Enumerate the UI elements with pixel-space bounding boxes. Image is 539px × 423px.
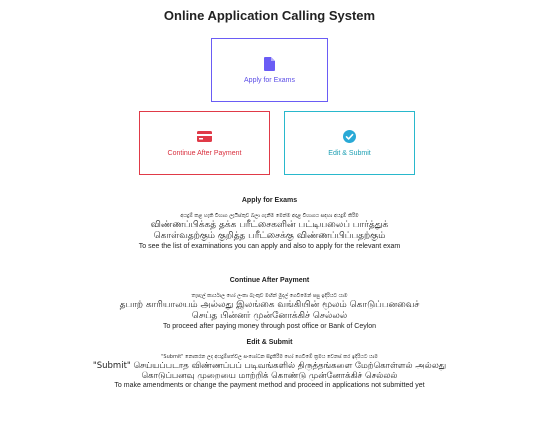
apply-for-exams-label: Apply for Exams	[244, 76, 295, 84]
edit-and-submit-english: To make amendments or change the payment…	[114, 382, 425, 389]
document-icon	[264, 56, 275, 71]
apply-for-exams-heading: Apply for Exams	[241, 197, 298, 204]
continue-after-payment-heading: Continue After Payment	[229, 277, 310, 284]
edit-and-submit-sinhala: "Submit" නොකරන ලද අයදුම්පත්වල සංශෝධන සිද…	[161, 354, 378, 360]
edit-and-submit-label: Edit & Submit	[328, 149, 371, 157]
apply-for-exams-section: Apply for Exams අයදුම් කළ හැකි විභාග ලැය…	[0, 196, 539, 252]
apply-for-exams-sinhala: අයදුම් කළ හැකි විභාග ලැයිස්තුව බලා ගැනීම…	[180, 213, 359, 219]
edit-and-submit-section: Edit & Submit "Submit" නොකරන ලද අයදුම්පත…	[0, 338, 539, 391]
check-circle-icon	[343, 130, 356, 144]
edit-and-submit-tamil: "Submit" செய்யப்படாத விண்ணப்பப் படிவங்கள…	[92, 361, 447, 381]
continue-after-payment-english: To proceed after paying money through po…	[162, 323, 377, 330]
apply-for-exams-english: To see the list of examinations you can …	[138, 243, 401, 250]
apply-for-exams-tamil: விண்ணப்பிக்கத் தக்க பரீட்சைகளின் பட்டியல…	[150, 220, 389, 241]
continue-after-payment-label: Continue After Payment	[167, 149, 242, 157]
page-title: Online Application Calling System	[163, 8, 376, 23]
continue-after-payment-tamil: தபாற் காரியாலயம் அல்லது இலங்கை வங்கியின்…	[119, 300, 420, 321]
continue-after-payment-section: Continue After Payment තැපැල් කාර්යාල හෝ…	[0, 276, 539, 332]
credit-card-icon	[197, 130, 212, 144]
continue-after-payment-button[interactable]: Continue After Payment	[139, 111, 270, 175]
continue-after-payment-sinhala: තැපැල් කාර්යාල හෝ ලංකා බැංකුව මඟින් මුදල…	[191, 293, 348, 299]
edit-and-submit-button[interactable]: Edit & Submit	[284, 111, 415, 175]
apply-for-exams-button[interactable]: Apply for Exams	[211, 38, 328, 102]
edit-and-submit-heading: Edit & Submit	[246, 339, 293, 346]
